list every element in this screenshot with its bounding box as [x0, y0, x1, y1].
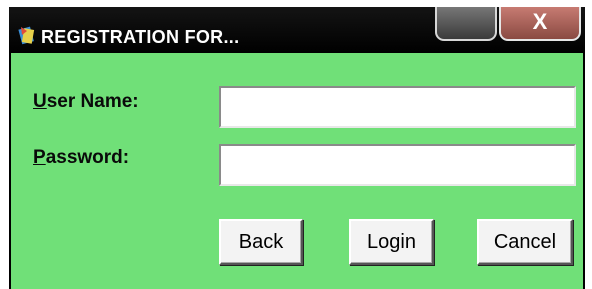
login-button[interactable]: Login [349, 219, 434, 265]
back-button[interactable]: Back [219, 219, 303, 265]
title-bar[interactable]: REGISTRATION FOR... X [9, 7, 585, 53]
close-icon: X [532, 9, 548, 34]
cancel-button[interactable]: Cancel [477, 219, 573, 265]
close-button[interactable]: X [499, 7, 581, 41]
app-icon [18, 25, 36, 45]
minimize-button[interactable] [435, 7, 497, 41]
form-area: User Name: Password: Back Login Cancel [11, 53, 583, 289]
registration-window: REGISTRATION FOR... X User Name: Passwor… [9, 7, 585, 289]
username-label: User Name: [33, 91, 139, 112]
username-input[interactable] [219, 86, 576, 128]
password-input[interactable] [219, 144, 576, 186]
password-label: Password: [33, 147, 130, 168]
window-title: REGISTRATION FOR... [41, 27, 240, 47]
